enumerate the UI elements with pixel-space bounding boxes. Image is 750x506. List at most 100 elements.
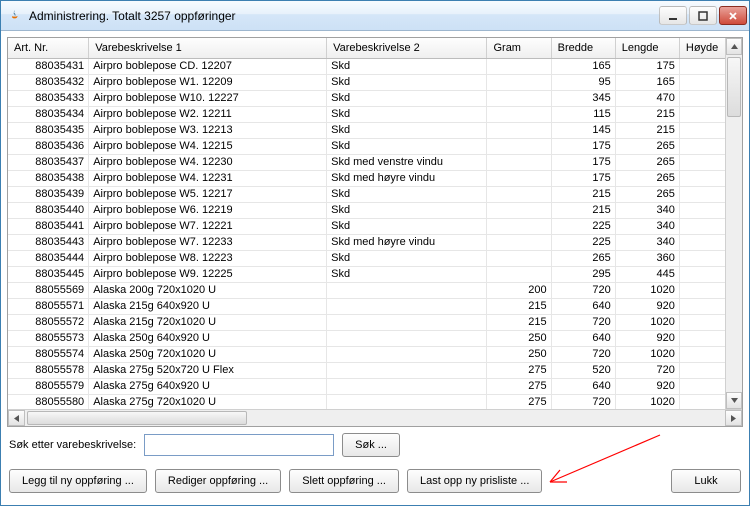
cell[interactable]: 88035439 bbox=[8, 186, 89, 202]
cell[interactable] bbox=[327, 330, 487, 346]
cell[interactable]: Skd bbox=[327, 138, 487, 154]
cell[interactable]: 225 bbox=[551, 218, 615, 234]
cell[interactable]: 340 bbox=[615, 202, 679, 218]
cell[interactable]: Airpro boblepose W8. 12223 bbox=[89, 250, 327, 266]
cell[interactable]: 175 bbox=[551, 170, 615, 186]
table-row[interactable]: 88035440Airpro boblepose W6. 12219Skd 215… bbox=[8, 202, 742, 218]
cell[interactable]: 88035435 bbox=[8, 122, 89, 138]
table-row[interactable]: 88055573Alaska 250g 640x920 U250640920 bbox=[8, 330, 742, 346]
titlebar[interactable]: Administrering. Totalt 3257 oppføringer bbox=[1, 1, 749, 31]
horizontal-scrollbar[interactable] bbox=[8, 409, 742, 426]
minimize-button[interactable] bbox=[659, 6, 687, 25]
table-row[interactable]: 88035431Airpro boblepose CD. 12207Skd165… bbox=[8, 58, 742, 74]
cell[interactable]: Alaska 215g 720x1020 U bbox=[89, 314, 327, 330]
cell[interactable]: 175 bbox=[551, 154, 615, 170]
cell[interactable]: 640 bbox=[551, 330, 615, 346]
delete-entry-button[interactable]: Slett oppføring ... bbox=[289, 469, 399, 493]
cell[interactable]: Airpro boblepose W2. 12211 bbox=[89, 106, 327, 122]
cell[interactable]: 265 bbox=[615, 154, 679, 170]
cell[interactable]: 88035438 bbox=[8, 170, 89, 186]
cell[interactable]: Airpro boblepose W4. 12215 bbox=[89, 138, 327, 154]
cell[interactable]: 88035437 bbox=[8, 154, 89, 170]
close-dialog-button[interactable]: Lukk bbox=[671, 469, 741, 493]
cell[interactable]: 920 bbox=[615, 378, 679, 394]
cell[interactable]: Airpro boblepose W6. 12219 bbox=[89, 202, 327, 218]
cell[interactable]: 215 bbox=[615, 122, 679, 138]
cell[interactable] bbox=[327, 346, 487, 362]
table-row[interactable]: 88035437Airpro boblepose W4. 12230Skd me… bbox=[8, 154, 742, 170]
table-row[interactable]: 88055579Alaska 275g 640x920 U275640920 bbox=[8, 378, 742, 394]
vertical-scrollbar[interactable] bbox=[725, 38, 742, 409]
cell[interactable]: Skd bbox=[327, 266, 487, 282]
scroll-down-icon[interactable] bbox=[726, 392, 742, 409]
hscroll-thumb[interactable] bbox=[27, 411, 247, 425]
cell[interactable]: 265 bbox=[615, 170, 679, 186]
cell[interactable]: 88055573 bbox=[8, 330, 89, 346]
cell[interactable]: 275 bbox=[487, 378, 551, 394]
scroll-up-icon[interactable] bbox=[726, 38, 742, 55]
table-row[interactable]: 88035435Airpro boblepose W3. 12213Skd145… bbox=[8, 122, 742, 138]
cell[interactable] bbox=[327, 362, 487, 378]
cell[interactable]: 88035444 bbox=[8, 250, 89, 266]
cell[interactable]: 88055574 bbox=[8, 346, 89, 362]
cell[interactable]: Skd med høyre vindu bbox=[327, 234, 487, 250]
cell[interactable]: 1020 bbox=[615, 394, 679, 409]
cell[interactable]: 200 bbox=[487, 282, 551, 298]
cell[interactable]: Airpro boblepose W10. 12227 bbox=[89, 90, 327, 106]
cell[interactable]: 165 bbox=[551, 58, 615, 74]
cell[interactable]: 88055579 bbox=[8, 378, 89, 394]
cell[interactable]: 88035432 bbox=[8, 74, 89, 90]
cell[interactable] bbox=[487, 202, 551, 218]
cell[interactable]: 720 bbox=[551, 346, 615, 362]
cell[interactable]: 1020 bbox=[615, 346, 679, 362]
cell[interactable]: 215 bbox=[487, 298, 551, 314]
cell[interactable]: Alaska 250g 720x1020 U bbox=[89, 346, 327, 362]
cell[interactable]: Airpro boblepose W4. 12231 bbox=[89, 170, 327, 186]
cell[interactable]: 88055569 bbox=[8, 282, 89, 298]
cell[interactable] bbox=[487, 218, 551, 234]
cell[interactable] bbox=[487, 58, 551, 74]
cell[interactable]: Skd med høyre vindu bbox=[327, 170, 487, 186]
table-row[interactable]: 88055572Alaska 215g 720x1020 U 2157201020 bbox=[8, 314, 742, 330]
vscroll-thumb[interactable] bbox=[727, 57, 741, 117]
table-row[interactable]: 88035436Airpro boblepose W4. 12215Skd175… bbox=[8, 138, 742, 154]
cell[interactable]: Skd bbox=[327, 250, 487, 266]
cell[interactable]: 88055580 bbox=[8, 394, 89, 409]
maximize-button[interactable] bbox=[689, 6, 717, 25]
cell[interactable]: 295 bbox=[551, 266, 615, 282]
upload-pricelist-button[interactable]: Last opp ny prisliste ... bbox=[407, 469, 542, 493]
col-art-nr[interactable]: Art. Nr. bbox=[8, 38, 89, 58]
table-row[interactable]: 88035439Airpro boblepose W5. 12217Skd215… bbox=[8, 186, 742, 202]
cell[interactable]: 215 bbox=[551, 202, 615, 218]
col-gram[interactable]: Gram bbox=[487, 38, 551, 58]
cell[interactable]: 88035440 bbox=[8, 202, 89, 218]
cell[interactable]: 1020 bbox=[615, 314, 679, 330]
cell[interactable] bbox=[327, 314, 487, 330]
cell[interactable]: 640 bbox=[551, 298, 615, 314]
cell[interactable]: Skd bbox=[327, 74, 487, 90]
cell[interactable]: 720 bbox=[551, 394, 615, 409]
cell[interactable]: Airpro boblepose W5. 12217 bbox=[89, 186, 327, 202]
cell[interactable] bbox=[327, 394, 487, 409]
col-varebeskrivelse2[interactable]: Varebeskrivelse 2 bbox=[327, 38, 487, 58]
cell[interactable] bbox=[327, 378, 487, 394]
cell[interactable]: 920 bbox=[615, 298, 679, 314]
cell[interactable]: 215 bbox=[487, 314, 551, 330]
cell[interactable] bbox=[487, 266, 551, 282]
cell[interactable]: 115 bbox=[551, 106, 615, 122]
cell[interactable]: 640 bbox=[551, 378, 615, 394]
cell[interactable]: 88055572 bbox=[8, 314, 89, 330]
cell[interactable]: 225 bbox=[551, 234, 615, 250]
cell[interactable]: Airpro boblepose W7. 12233 bbox=[89, 234, 327, 250]
cell[interactable]: Skd bbox=[327, 58, 487, 74]
cell[interactable]: 275 bbox=[487, 362, 551, 378]
cell[interactable]: 520 bbox=[551, 362, 615, 378]
cell[interactable] bbox=[487, 138, 551, 154]
cell[interactable]: 88055571 bbox=[8, 298, 89, 314]
cell[interactable]: 88035434 bbox=[8, 106, 89, 122]
cell[interactable]: 720 bbox=[551, 314, 615, 330]
cell[interactable]: Skd bbox=[327, 202, 487, 218]
cell[interactable]: Skd med venstre vindu bbox=[327, 154, 487, 170]
col-bredde[interactable]: Bredde bbox=[551, 38, 615, 58]
table-row[interactable]: 88035441Airpro boblepose W7. 12221Skd225… bbox=[8, 218, 742, 234]
